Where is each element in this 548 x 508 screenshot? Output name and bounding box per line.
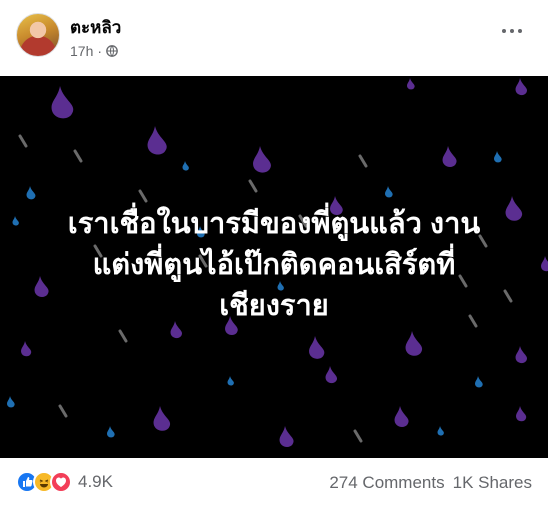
reaction-count[interactable]: 4.9K [78, 472, 113, 492]
post-text-line: เชียงราย [219, 290, 329, 322]
avatar[interactable] [16, 13, 60, 57]
globe-icon [106, 45, 118, 57]
post-time[interactable]: 17h [70, 43, 93, 59]
comments-count[interactable]: 274 Comments [329, 473, 444, 493]
post-meta: 17h · [70, 43, 118, 59]
post-text: เราเชื่อในบารมีของพี่ตูนแล้ว งาน แต่งพี่… [0, 204, 548, 327]
shares-count[interactable]: 1K Shares [453, 473, 532, 493]
post-text-line: แต่งพี่ตูนไอ้เป๊กติดคอนเสิร์ตที่ [92, 249, 456, 281]
meta-separator: · [97, 43, 103, 59]
post-card: ตะหลิว 17h · เราเชื่อในบารมีของพี่ตูนแล้… [0, 0, 548, 508]
reactions[interactable]: 4.9K [16, 471, 113, 493]
post-text-line: เราเชื่อในบารมีของพี่ตูนแล้ว งาน [67, 208, 481, 240]
love-icon [50, 471, 72, 493]
post-stats: 274 Comments 1K Shares [329, 473, 532, 493]
author-name[interactable]: ตะหลิว [70, 14, 121, 41]
post-footer: 4.9K 274 Comments 1K Shares [0, 458, 548, 508]
post-header: ตะหลิว 17h · [0, 0, 548, 76]
more-options-icon[interactable] [502, 26, 526, 36]
post-media[interactable]: เราเชื่อในบารมีของพี่ตูนแล้ว งาน แต่งพี่… [0, 76, 548, 458]
